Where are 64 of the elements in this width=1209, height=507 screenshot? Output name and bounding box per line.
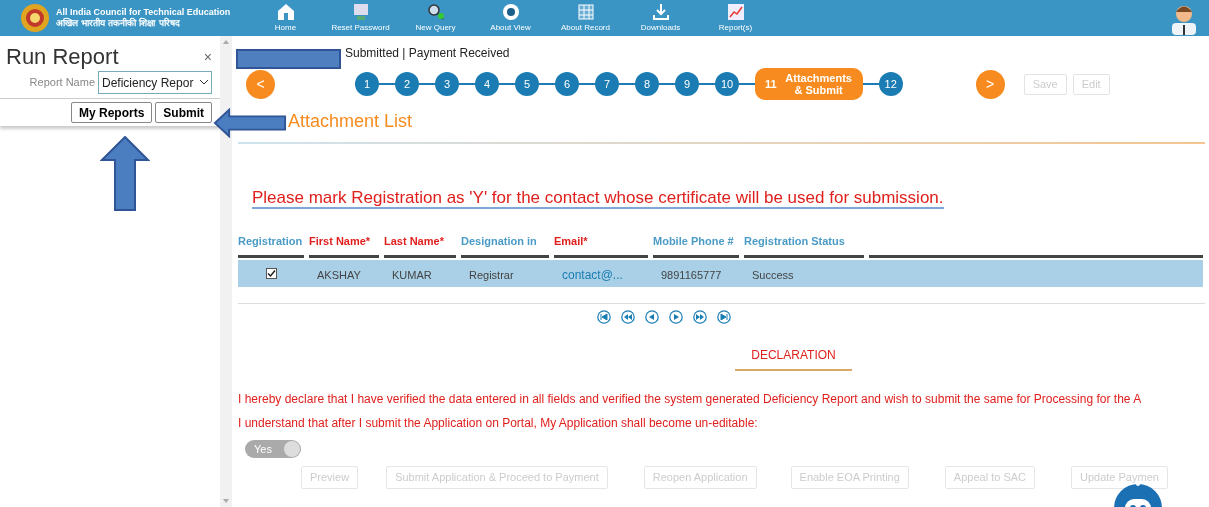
status-text: Submitted | Payment Received bbox=[345, 45, 510, 62]
table-cell: AKSHAY bbox=[317, 268, 361, 281]
nav-link[interactable]: About View bbox=[490, 22, 531, 34]
report-button[interactable]: Submit bbox=[155, 102, 212, 123]
fast-forward-page-icon[interactable] bbox=[692, 310, 707, 324]
rewind-page-icon[interactable] bbox=[620, 310, 635, 324]
table-cell: Success bbox=[752, 268, 794, 281]
column-header: Email* bbox=[554, 235, 588, 247]
step-button[interactable]: 1 bbox=[355, 72, 379, 96]
section-title: Attachment List bbox=[288, 109, 413, 133]
notice-text: Please mark Registration as 'Y' for the contact whose certificate will be used for submission. bbox=[252, 188, 944, 209]
next-button[interactable]: > bbox=[975, 69, 1005, 99]
search-icon[interactable] bbox=[425, 2, 446, 22]
step-button[interactable]: 7 bbox=[595, 72, 619, 96]
declaration-title: DECLARATION bbox=[735, 346, 852, 371]
column-header: Registration Status bbox=[744, 235, 845, 247]
nav-link[interactable]: Report(s) bbox=[718, 22, 753, 34]
chart-icon[interactable] bbox=[725, 2, 746, 22]
step-button[interactable]: 12 bbox=[878, 72, 903, 96]
previous-page-icon[interactable] bbox=[644, 310, 659, 324]
table-cell: 9891165777 bbox=[661, 268, 722, 281]
declaration-text: I hereby declare that I have verified the data entered in all fields and verified the system generated Deficiency Report and wish to submit the same for Processing for the A bbox=[238, 391, 1143, 408]
step-button[interactable]: 2 bbox=[395, 72, 419, 96]
column-header: Mobile Phone # bbox=[653, 235, 734, 247]
table-cell: KUMAR bbox=[392, 268, 432, 281]
declaration-text: I understand that after I submit the Application on Portal, My Application shall become un-editable: bbox=[238, 415, 759, 432]
download-icon[interactable] bbox=[650, 2, 671, 22]
first-page-icon[interactable] bbox=[596, 310, 611, 324]
checkbox[interactable] bbox=[265, 268, 277, 279]
column-header: Last Name* bbox=[384, 235, 444, 247]
step-button[interactable]: 6 bbox=[555, 72, 579, 96]
panel-title: Run Report bbox=[6, 43, 119, 71]
org-name: All India Council for Technical Education bbox=[56, 7, 232, 17]
step-button[interactable]: 4 bbox=[475, 72, 499, 96]
step-button[interactable]: 5 bbox=[515, 72, 539, 96]
step-button[interactable]: 8 bbox=[635, 72, 659, 96]
step-button[interactable]: 3 bbox=[435, 72, 459, 96]
org-name-hindi: अखिल भारतीय तकनीकी शिक्षा परिषद bbox=[56, 18, 181, 29]
eye-icon[interactable] bbox=[500, 2, 521, 22]
nav-link[interactable]: New Query bbox=[415, 22, 456, 34]
step-button[interactable]: 9 bbox=[675, 72, 699, 96]
table-cell: Registrar bbox=[469, 268, 514, 281]
grid-icon[interactable] bbox=[575, 2, 596, 22]
nav-link[interactable]: About Record bbox=[561, 22, 610, 34]
previous-button[interactable]: < bbox=[246, 69, 275, 99]
yes-toggle[interactable]: Yes bbox=[245, 440, 301, 458]
report-name-select[interactable]: Deficiency Repor bbox=[98, 71, 212, 94]
column-header: Designation in bbox=[461, 235, 537, 247]
field-label: Report Name bbox=[29, 75, 95, 91]
step-button[interactable]: 10 bbox=[715, 72, 739, 96]
table-cell[interactable]: contact@... bbox=[562, 267, 623, 282]
last-page-icon[interactable] bbox=[716, 310, 731, 324]
close-button[interactable]: × bbox=[201, 46, 214, 68]
column-header: First Name* bbox=[309, 235, 371, 247]
table-row[interactable]: AKSHAY KUMAR Registrar contact@... 9891165777 Success bbox=[238, 260, 1203, 287]
column-header: Registration bbox=[238, 235, 303, 247]
chevron-down-icon bbox=[200, 80, 208, 85]
home-icon[interactable] bbox=[275, 2, 296, 22]
nav-link[interactable]: Downloads bbox=[640, 22, 681, 34]
emblem-icon bbox=[18, 3, 52, 33]
report-button[interactable]: My Reports bbox=[71, 102, 153, 123]
nav-link[interactable]: Home bbox=[274, 22, 297, 34]
next-page-icon[interactable] bbox=[668, 310, 683, 324]
nav-link[interactable]: Reset Password bbox=[331, 22, 390, 34]
